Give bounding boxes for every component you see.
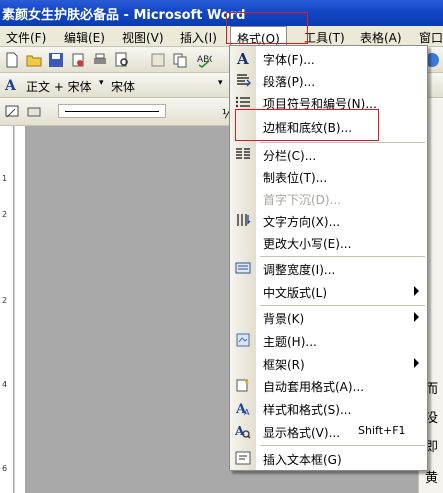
menu-item-asian-layout[interactable]: 中文版式(L) <box>230 280 427 302</box>
submenu-arrow-icon <box>414 358 419 368</box>
bullets-icon <box>235 96 250 108</box>
menu-item-background[interactable]: 背景(K) <box>230 306 427 328</box>
menu-item-label: 字体(F)... <box>263 53 315 67</box>
menu-separator <box>260 445 425 446</box>
menu-item-label: 样式和格式(S)... <box>263 403 352 417</box>
title-bar: 素颜女生护肤必备品 - Microsoft Word <box>0 0 443 26</box>
save-icon[interactable] <box>48 52 64 68</box>
open-folder-icon[interactable] <box>26 52 42 68</box>
menu-item-styles-formatting[interactable]: AA 样式和格式(S)... <box>230 397 427 419</box>
ruler-number: 1 <box>2 174 8 183</box>
ruler-number: 2 <box>2 210 8 219</box>
menu-item-font[interactable]: A 字体(F)... <box>230 47 427 69</box>
menu-item-fit-width[interactable]: 调整宽度(I)... <box>230 257 427 279</box>
styles-pane-icon[interactable]: A <box>4 77 20 93</box>
menu-item-text-direction[interactable]: 文字方向(X)... <box>230 209 427 231</box>
page-edge <box>15 126 25 493</box>
vertical-ruler[interactable]: 1 2 2 4 6 <box>0 126 14 493</box>
menu-item-label: 框架(R) <box>263 358 305 372</box>
window-title: 素颜女生护肤必备品 - Microsoft Word <box>2 8 246 23</box>
print-preview-icon[interactable] <box>114 52 130 68</box>
svg-text:A: A <box>4 78 17 93</box>
submenu-arrow-icon <box>414 286 419 296</box>
menu-item-columns[interactable]: 分栏(C)... <box>230 143 427 165</box>
font-combo-arrow[interactable]: ▾ <box>218 78 223 88</box>
columns-icon <box>236 148 250 159</box>
menu-item-insert-textbox[interactable]: 插入文本框(G) <box>230 447 427 469</box>
font-A-icon: A <box>236 50 249 66</box>
menu-view[interactable]: 视图(V) <box>122 29 164 46</box>
style-combo-arrow[interactable]: ▾ <box>99 78 104 88</box>
svg-text:A: A <box>236 50 249 66</box>
svg-text:A: A <box>244 408 250 416</box>
highlight-format-menu <box>226 12 308 44</box>
menu-window[interactable]: 窗口 <box>419 29 443 46</box>
research-icon[interactable] <box>150 52 166 68</box>
menu-edit[interactable]: 编辑(E) <box>64 29 105 46</box>
menu-item-label: 插入文本框(G) <box>263 453 342 467</box>
menu-item-label: 更改大小写(E)... <box>263 237 352 251</box>
theme-icon <box>236 333 250 347</box>
autoformat-icon <box>236 378 249 392</box>
paragraph-icon <box>237 74 251 87</box>
menu-item-label: 文字方向(X)... <box>263 215 341 229</box>
styles-icon: AA <box>235 402 250 416</box>
menu-file[interactable]: 文件(F) <box>6 29 46 46</box>
menu-insert[interactable]: 插入(I) <box>180 29 217 46</box>
highlight-borders-shading <box>235 109 379 141</box>
draw-table-icon[interactable] <box>4 103 20 119</box>
fit-width-icon <box>235 262 251 274</box>
menu-bar: 文件(F) 编辑(E) 视图(V) 插入(I) 格式(O) 工具(T) 表格(A… <box>0 26 443 47</box>
line-sample <box>65 111 159 112</box>
menu-item-label: 段落(P)... <box>263 75 316 89</box>
text-direction-icon <box>237 214 251 226</box>
print-icon[interactable] <box>92 52 108 68</box>
menu-tools[interactable]: 工具(T) <box>304 29 345 46</box>
menu-item-label: 显示格式(V)... <box>263 426 341 440</box>
menu-item-reveal-formatting[interactable]: A 显示格式(V)... Shift+F1 <box>230 420 427 442</box>
submenu-arrow-icon <box>414 312 419 322</box>
new-document-icon[interactable] <box>4 52 20 68</box>
menu-item-autoformat[interactable]: 自动套用格式(A)... <box>230 374 427 396</box>
menu-item-label: 调整宽度(I)... <box>263 263 336 277</box>
permission-icon[interactable] <box>70 52 86 68</box>
menu-item-label: 自动套用格式(A)... <box>263 380 365 394</box>
menu-item-label: 分栏(C)... <box>263 149 317 163</box>
ruler-number: 2 <box>2 296 8 305</box>
menu-item-label: 制表位(T)... <box>263 171 328 185</box>
menu-item-label: 背景(K) <box>263 312 305 326</box>
reveal-formatting-icon: A <box>235 424 251 439</box>
font-combo[interactable]: 宋体 <box>111 78 135 95</box>
menu-item-theme[interactable]: 主题(H)... <box>230 329 427 351</box>
ruler-number: 4 <box>2 380 8 389</box>
textbox-icon <box>235 451 251 465</box>
menu-table[interactable]: 表格(A) <box>360 29 402 46</box>
svg-text:ABC: ABC <box>197 55 212 65</box>
eraser-icon[interactable] <box>26 103 42 119</box>
spelling-icon[interactable]: ABC <box>196 52 212 68</box>
menu-item-tabs[interactable]: 制表位(T)... <box>230 165 427 187</box>
menu-item-change-case[interactable]: 更改大小写(E)... <box>230 231 427 253</box>
menu-item-label: 首字下沉(D)... <box>263 193 342 207</box>
menu-item-frames[interactable]: 框架(R) <box>230 352 427 374</box>
style-combo[interactable]: 正文 + 宋体 <box>26 78 92 95</box>
menu-item-drop-cap: 首字下沉(D)... <box>230 187 427 209</box>
ruler-number: 6 <box>2 464 8 473</box>
line-style-combo[interactable] <box>58 104 166 118</box>
menu-item-paragraph[interactable]: 段落(P)... <box>230 69 427 91</box>
menu-item-label: 主题(H)... <box>263 335 317 349</box>
menu-item-label: 中文版式(L) <box>263 286 328 300</box>
menu-item-shortcut: Shift+F1 <box>358 424 406 437</box>
copy-icon[interactable] <box>172 52 188 68</box>
